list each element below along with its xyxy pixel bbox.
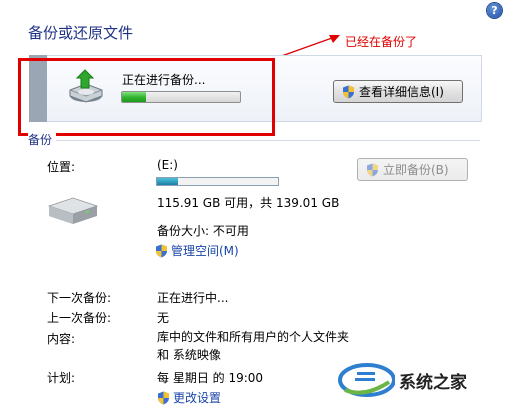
backup-now-button[interactable]: 立即备份(B)	[357, 158, 468, 181]
manage-space-label: 管理空间(M)	[171, 244, 239, 258]
schedule-label: 计划:	[47, 371, 76, 385]
manage-space-link[interactable]: 管理空间(M)	[155, 242, 239, 259]
schedule-value: 每 星期日 的 19:00	[157, 371, 264, 385]
backup-now-label: 立即备份(B)	[383, 163, 449, 177]
annotation-highlight-box	[18, 58, 275, 136]
help-icon[interactable]: ?	[487, 3, 502, 18]
shield-icon	[343, 85, 354, 98]
view-details-button[interactable]: 查看详细信息(I)	[333, 80, 463, 103]
backup-size-text: 备份大小: 不可用	[157, 224, 249, 238]
drive-space-text: 115.91 GB 可用，共 139.01 GB	[157, 196, 340, 210]
section-divider	[55, 140, 480, 141]
hard-disk-icon	[47, 197, 99, 224]
last-backup-label: 上一次备份:	[47, 311, 112, 325]
shield-icon	[158, 391, 169, 404]
watermark-logo-icon	[338, 363, 395, 397]
contents-value: 库中的文件和所有用户的个人文件夹 和 系统映像	[157, 330, 350, 362]
view-details-label: 查看详细信息(I)	[359, 85, 444, 99]
next-backup-value: 正在进行中...	[157, 291, 229, 305]
next-backup-label: 下一次备份:	[47, 291, 112, 305]
location-label: 位置:	[47, 160, 76, 174]
last-backup-value: 无	[157, 311, 170, 325]
page-title: 备份或还原文件	[28, 24, 134, 42]
backup-section-title: 备份	[28, 131, 57, 148]
drive-capacity-fill	[157, 178, 178, 185]
change-settings-link[interactable]: 更改设置	[157, 389, 221, 406]
shield-icon	[156, 244, 167, 257]
shield-icon	[367, 163, 378, 176]
drive-capacity-bar	[156, 177, 279, 186]
contents-label: 内容:	[47, 332, 76, 346]
watermark: 系统之家	[335, 360, 467, 400]
annotation-text: 已经在备份了	[345, 35, 418, 49]
change-settings-label: 更改设置	[173, 391, 222, 405]
drive-name: (E:)	[157, 158, 178, 172]
watermark-text: 系统之家	[399, 372, 467, 393]
